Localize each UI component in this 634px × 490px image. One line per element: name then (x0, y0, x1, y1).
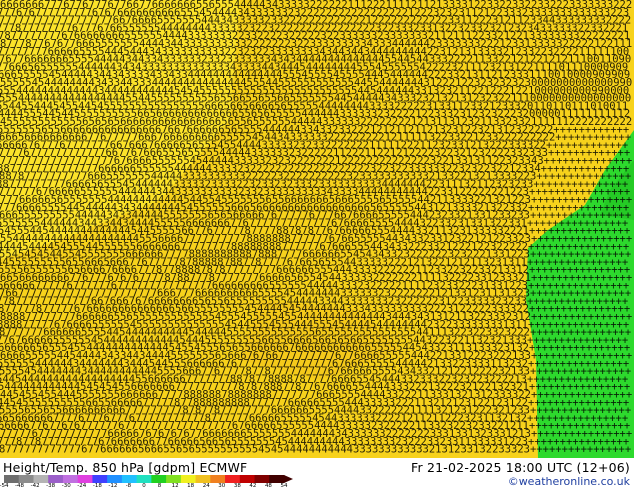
map-title: Height/Temp. 850 hPa [gdpm] ECMWF (3, 460, 248, 475)
colorbar-tick-label: 18 (187, 483, 195, 489)
colorbar-swatch (48, 475, 64, 483)
colorbar-swatch (4, 475, 20, 483)
colorbar-swatch (254, 475, 270, 483)
colorbar-tick-label: 8 (157, 483, 162, 489)
colorbar-swatch (195, 475, 211, 483)
colorbar-swatch (77, 475, 93, 483)
colorbar-tick-label: -54 (0, 483, 9, 489)
colorbar-tick-label: 54 (280, 483, 288, 489)
colorbar-swatch (136, 475, 152, 483)
colorbar-tick-label: -12 (108, 483, 118, 489)
colorbar-tick-label: -48 (15, 483, 25, 489)
colorbar-swatch (107, 475, 123, 483)
colorbar-swatch (121, 475, 138, 483)
colorbar-tick-label: 24 (202, 483, 210, 489)
weather-map: 6666666777677677767766776666666556555444… (0, 0, 634, 458)
colorbar-swatch (225, 475, 241, 483)
colorbar-tick-label: -30 (61, 483, 71, 489)
contour-label-row: 8777777777777677666666566655656555555555… (0, 444, 631, 456)
colorbar-swatch (210, 475, 226, 483)
colorbar-swatch (151, 475, 167, 483)
site-credit[interactable]: ©weatheronline.co.uk (508, 475, 630, 488)
colorbar-swatch (62, 475, 79, 483)
map-footer: Height/Temp. 850 hPa [gdpm] ECMWF Fr 21-… (0, 458, 634, 490)
colorbar-tick-label: 0 (142, 483, 146, 489)
colorbar-swatch (180, 475, 197, 483)
colorbar-swatch (33, 475, 49, 483)
colorbar-tick-label: -8 (125, 483, 132, 489)
colorbar-swatch (239, 475, 256, 483)
colorbar-tick-label: -18 (92, 483, 102, 489)
colorbar-arrow (284, 475, 293, 483)
colorbar-tick-label: -42 (30, 483, 40, 489)
colorbar-tick-label: 12 (171, 483, 179, 489)
colorbar-swatch (18, 475, 34, 483)
colorbar-tick-label: 48 (264, 483, 272, 489)
colorbar-swatch (166, 475, 182, 483)
temperature-field: 6666666777677677767766776666666556555444… (0, 0, 634, 458)
colorbar-ticks: -54 -48 -42 -38 -30 -24 -18 -12 -8 0 8 12 18 24 30 38 42… (0, 483, 300, 490)
colorbar-tick-label: -24 (77, 483, 87, 489)
colorbar-tick-label: 38 (233, 483, 241, 489)
colorbar-tick-label: 30 (218, 483, 226, 489)
map-datetime: Fr 21-02-2025 18:00 UTC (12+06) (411, 460, 630, 475)
contour-label-grid: 6666666777677677767766776666666556555444… (0, 0, 632, 456)
colorbar-swatch (92, 475, 108, 483)
colorbar-swatch (269, 475, 285, 483)
colorbar (4, 475, 293, 483)
colorbar-tick-label: -38 (46, 483, 56, 489)
colorbar-tick-label: 42 (249, 483, 257, 489)
